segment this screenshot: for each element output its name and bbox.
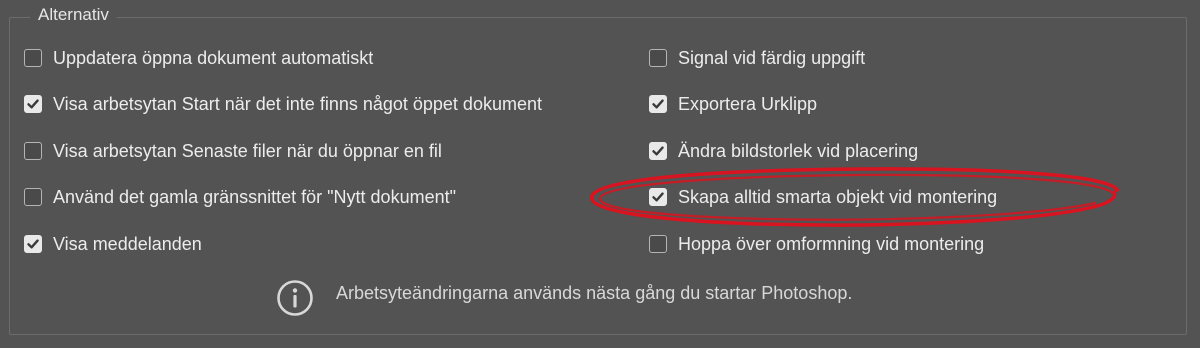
option-label: Uppdatera öppna dokument automatiskt bbox=[53, 48, 374, 68]
option-label: Använd det gamla gränssnittet för "Nytt … bbox=[53, 187, 456, 207]
checkbox[interactable] bbox=[24, 235, 42, 253]
option-label: Signal vid färdig uppgift bbox=[678, 48, 866, 68]
checkbox[interactable] bbox=[24, 49, 42, 67]
option-label: Visa arbetsytan Senaste filer när du öpp… bbox=[53, 141, 442, 161]
option-label: Skapa alltid smarta objekt vid montering bbox=[678, 187, 998, 207]
checkbox[interactable] bbox=[649, 95, 667, 113]
info-icon bbox=[277, 280, 313, 316]
checkbox[interactable] bbox=[24, 95, 42, 113]
option-gamla-gransnittet[interactable]: Använd det gamla gränssnittet för "Nytt … bbox=[24, 184, 456, 210]
option-skapa-smarta-objekt[interactable]: Skapa alltid smarta objekt vid montering bbox=[649, 184, 997, 210]
checkbox[interactable] bbox=[649, 188, 667, 206]
option-label: Visa meddelanden bbox=[53, 234, 202, 254]
option-label: Ändra bildstorlek vid placering bbox=[678, 141, 919, 161]
option-visa-start[interactable]: Visa arbetsytan Start när det inte finns… bbox=[24, 91, 542, 117]
option-exportera-urklipp[interactable]: Exportera Urklipp bbox=[649, 91, 817, 117]
checkbox[interactable] bbox=[24, 142, 42, 160]
option-signal-fardig-uppgift[interactable]: Signal vid färdig uppgift bbox=[649, 45, 865, 71]
preferences-panel: Alternativ Uppdatera öppna dokument auto… bbox=[0, 0, 1200, 348]
option-andra-bildstorlek[interactable]: Ändra bildstorlek vid placering bbox=[649, 138, 918, 164]
option-label: Hoppa över omformning vid montering bbox=[678, 234, 985, 254]
checkbox[interactable] bbox=[649, 49, 667, 67]
option-uppdatera-dokument[interactable]: Uppdatera öppna dokument automatiskt bbox=[24, 45, 373, 71]
option-label: Visa arbetsytan Start när det inte finns… bbox=[53, 94, 542, 114]
info-message: Arbetsyteändringarna används nästa gång … bbox=[276, 279, 852, 317]
option-hoppa-over-omformning[interactable]: Hoppa över omformning vid montering bbox=[649, 231, 984, 257]
option-visa-meddelanden[interactable]: Visa meddelanden bbox=[24, 231, 202, 257]
checkbox[interactable] bbox=[649, 235, 667, 253]
info-text: Arbetsyteändringarna används nästa gång … bbox=[336, 283, 853, 303]
group-title: Alternativ bbox=[30, 4, 117, 26]
option-label: Exportera Urklipp bbox=[678, 94, 818, 114]
checkbox[interactable] bbox=[24, 188, 42, 206]
option-visa-senaste-filer[interactable]: Visa arbetsytan Senaste filer när du öpp… bbox=[24, 138, 442, 164]
checkbox[interactable] bbox=[649, 142, 667, 160]
